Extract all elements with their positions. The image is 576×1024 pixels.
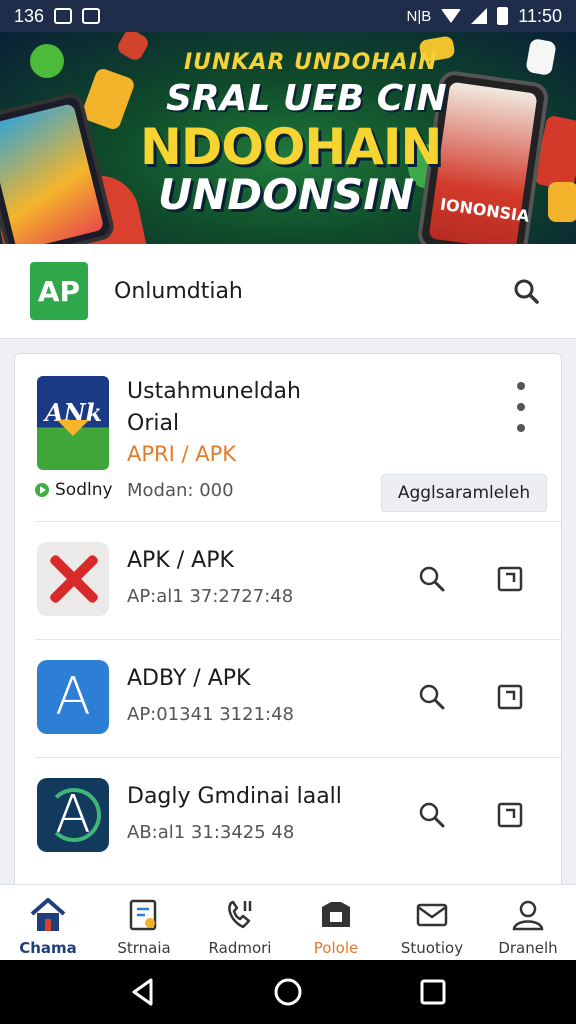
status-left-text: 136 — [14, 5, 45, 26]
featured-developer: Sodlny — [35, 480, 113, 500]
app-logo: AP — [30, 262, 88, 320]
featured-app[interactable]: ANk Ustahmuneldah Orial APRI / APK Sodln… — [15, 354, 561, 521]
app-row-title: Dagly Gmdinai laall — [127, 784, 342, 809]
app-notification-icon — [82, 8, 101, 24]
nav-item-apps[interactable]: Strnaia — [96, 885, 192, 960]
home-circle-icon — [274, 978, 302, 1006]
phone-icon — [228, 900, 252, 929]
featured-title: Ustahmuneldah Orial — [127, 376, 387, 440]
developer-name: Sodlny — [55, 480, 113, 500]
red-x-icon — [37, 542, 109, 616]
folder-icon — [322, 902, 350, 927]
nav-label: Strnaia — [117, 939, 171, 957]
banner-decoration — [115, 32, 151, 63]
nav-item-folder[interactable]: Polole — [288, 885, 384, 960]
app-list-card: ANk Ustahmuneldah Orial APRI / APK Sodln… — [14, 353, 562, 893]
wifi-icon — [441, 9, 462, 23]
status-bar: 136 N|B 11:50 — [0, 0, 576, 32]
app-row-title: APK / APK — [127, 548, 234, 573]
nav-label: Chama — [19, 939, 77, 957]
app-header: AP Onlumdtiah — [0, 244, 576, 339]
nav-label: Radmori — [208, 939, 272, 957]
featured-title-line-1: Ustahmuneldah — [127, 379, 301, 404]
banner-line-1: IUNKAR UNDOHAIN — [184, 50, 438, 75]
system-navigation-bar — [0, 960, 576, 1024]
recents-button[interactable] — [413, 972, 453, 1012]
search-icon[interactable] — [417, 564, 447, 594]
battery-icon — [497, 7, 509, 25]
search-icon[interactable] — [417, 800, 447, 830]
banner-decoration — [548, 182, 576, 222]
app-row[interactable]: APK / APK AP:al1 37:2727:48 — [35, 521, 561, 639]
nav-item-mail[interactable]: Stuotioy — [384, 885, 480, 960]
featured-action-button[interactable]: Agglsaramleleh — [381, 474, 547, 512]
play-icon — [35, 483, 49, 497]
search-icon — [514, 279, 539, 304]
image-notification-icon — [54, 8, 73, 24]
nav-label: Stuotioy — [400, 939, 464, 957]
signal-icon — [471, 8, 488, 24]
nav-item-home[interactable]: Chama — [0, 885, 96, 960]
promo-banner[interactable]: IONONSIA IUNKAR UNDOHAIN SRAL UEB CIN ND… — [0, 32, 576, 244]
app-name: Onlumdtiah — [114, 278, 243, 304]
status-time: 11:50 — [518, 5, 562, 26]
nav-label: Dranelh — [498, 939, 558, 957]
home-icon — [30, 898, 66, 931]
bottom-navigation: Chama Strnaia Radmori Polole Stuotioy Dr… — [0, 884, 576, 960]
banner-decoration — [79, 66, 137, 132]
nav-item-calls[interactable]: Radmori — [192, 885, 288, 960]
app-row[interactable]: A Dagly Gmdinai laall AB:al1 31:3425 48 — [35, 757, 561, 875]
featured-subtitle: APRI / APK — [127, 442, 237, 466]
open-icon[interactable] — [497, 566, 523, 592]
status-extra: N|B — [406, 7, 432, 25]
banner-line-3: NDOOHAIN — [140, 118, 442, 176]
nav-item-account[interactable]: Dranelh — [480, 885, 576, 960]
app-row-title: ADBY / APK — [127, 666, 251, 691]
a-ring-icon: A — [37, 778, 109, 852]
featured-title-line-2: Orial — [127, 411, 180, 436]
featured-app-icon: ANk — [37, 376, 109, 470]
search-icon[interactable] — [417, 682, 447, 712]
banner-decoration — [525, 38, 557, 76]
search-button[interactable] — [506, 271, 546, 311]
app-row-subtitle: AP:01341 3121:48 — [127, 704, 294, 725]
back-button[interactable] — [123, 972, 163, 1012]
open-icon[interactable] — [497, 684, 523, 710]
banner-decoration — [30, 44, 64, 78]
apps-icon — [129, 899, 157, 931]
back-icon — [132, 978, 153, 1006]
recents-icon — [420, 979, 446, 1005]
nav-label: Polole — [313, 939, 359, 957]
home-button[interactable] — [268, 972, 308, 1012]
more-options-icon[interactable] — [513, 382, 529, 432]
banner-line-4: UNDONSIN — [158, 170, 414, 219]
account-icon — [512, 900, 544, 931]
a-letter-icon: A — [37, 660, 109, 734]
open-icon[interactable] — [497, 802, 523, 828]
mail-icon — [416, 903, 448, 927]
banner-line-2: SRAL UEB CIN — [166, 78, 447, 119]
featured-meta: Modan: 000 — [127, 480, 234, 501]
app-row[interactable]: A ADBY / APK AP:01341 3121:48 — [35, 639, 561, 757]
app-row-subtitle: AP:al1 37:2727:48 — [127, 586, 294, 607]
app-row-subtitle: AB:al1 31:3425 48 — [127, 822, 295, 843]
